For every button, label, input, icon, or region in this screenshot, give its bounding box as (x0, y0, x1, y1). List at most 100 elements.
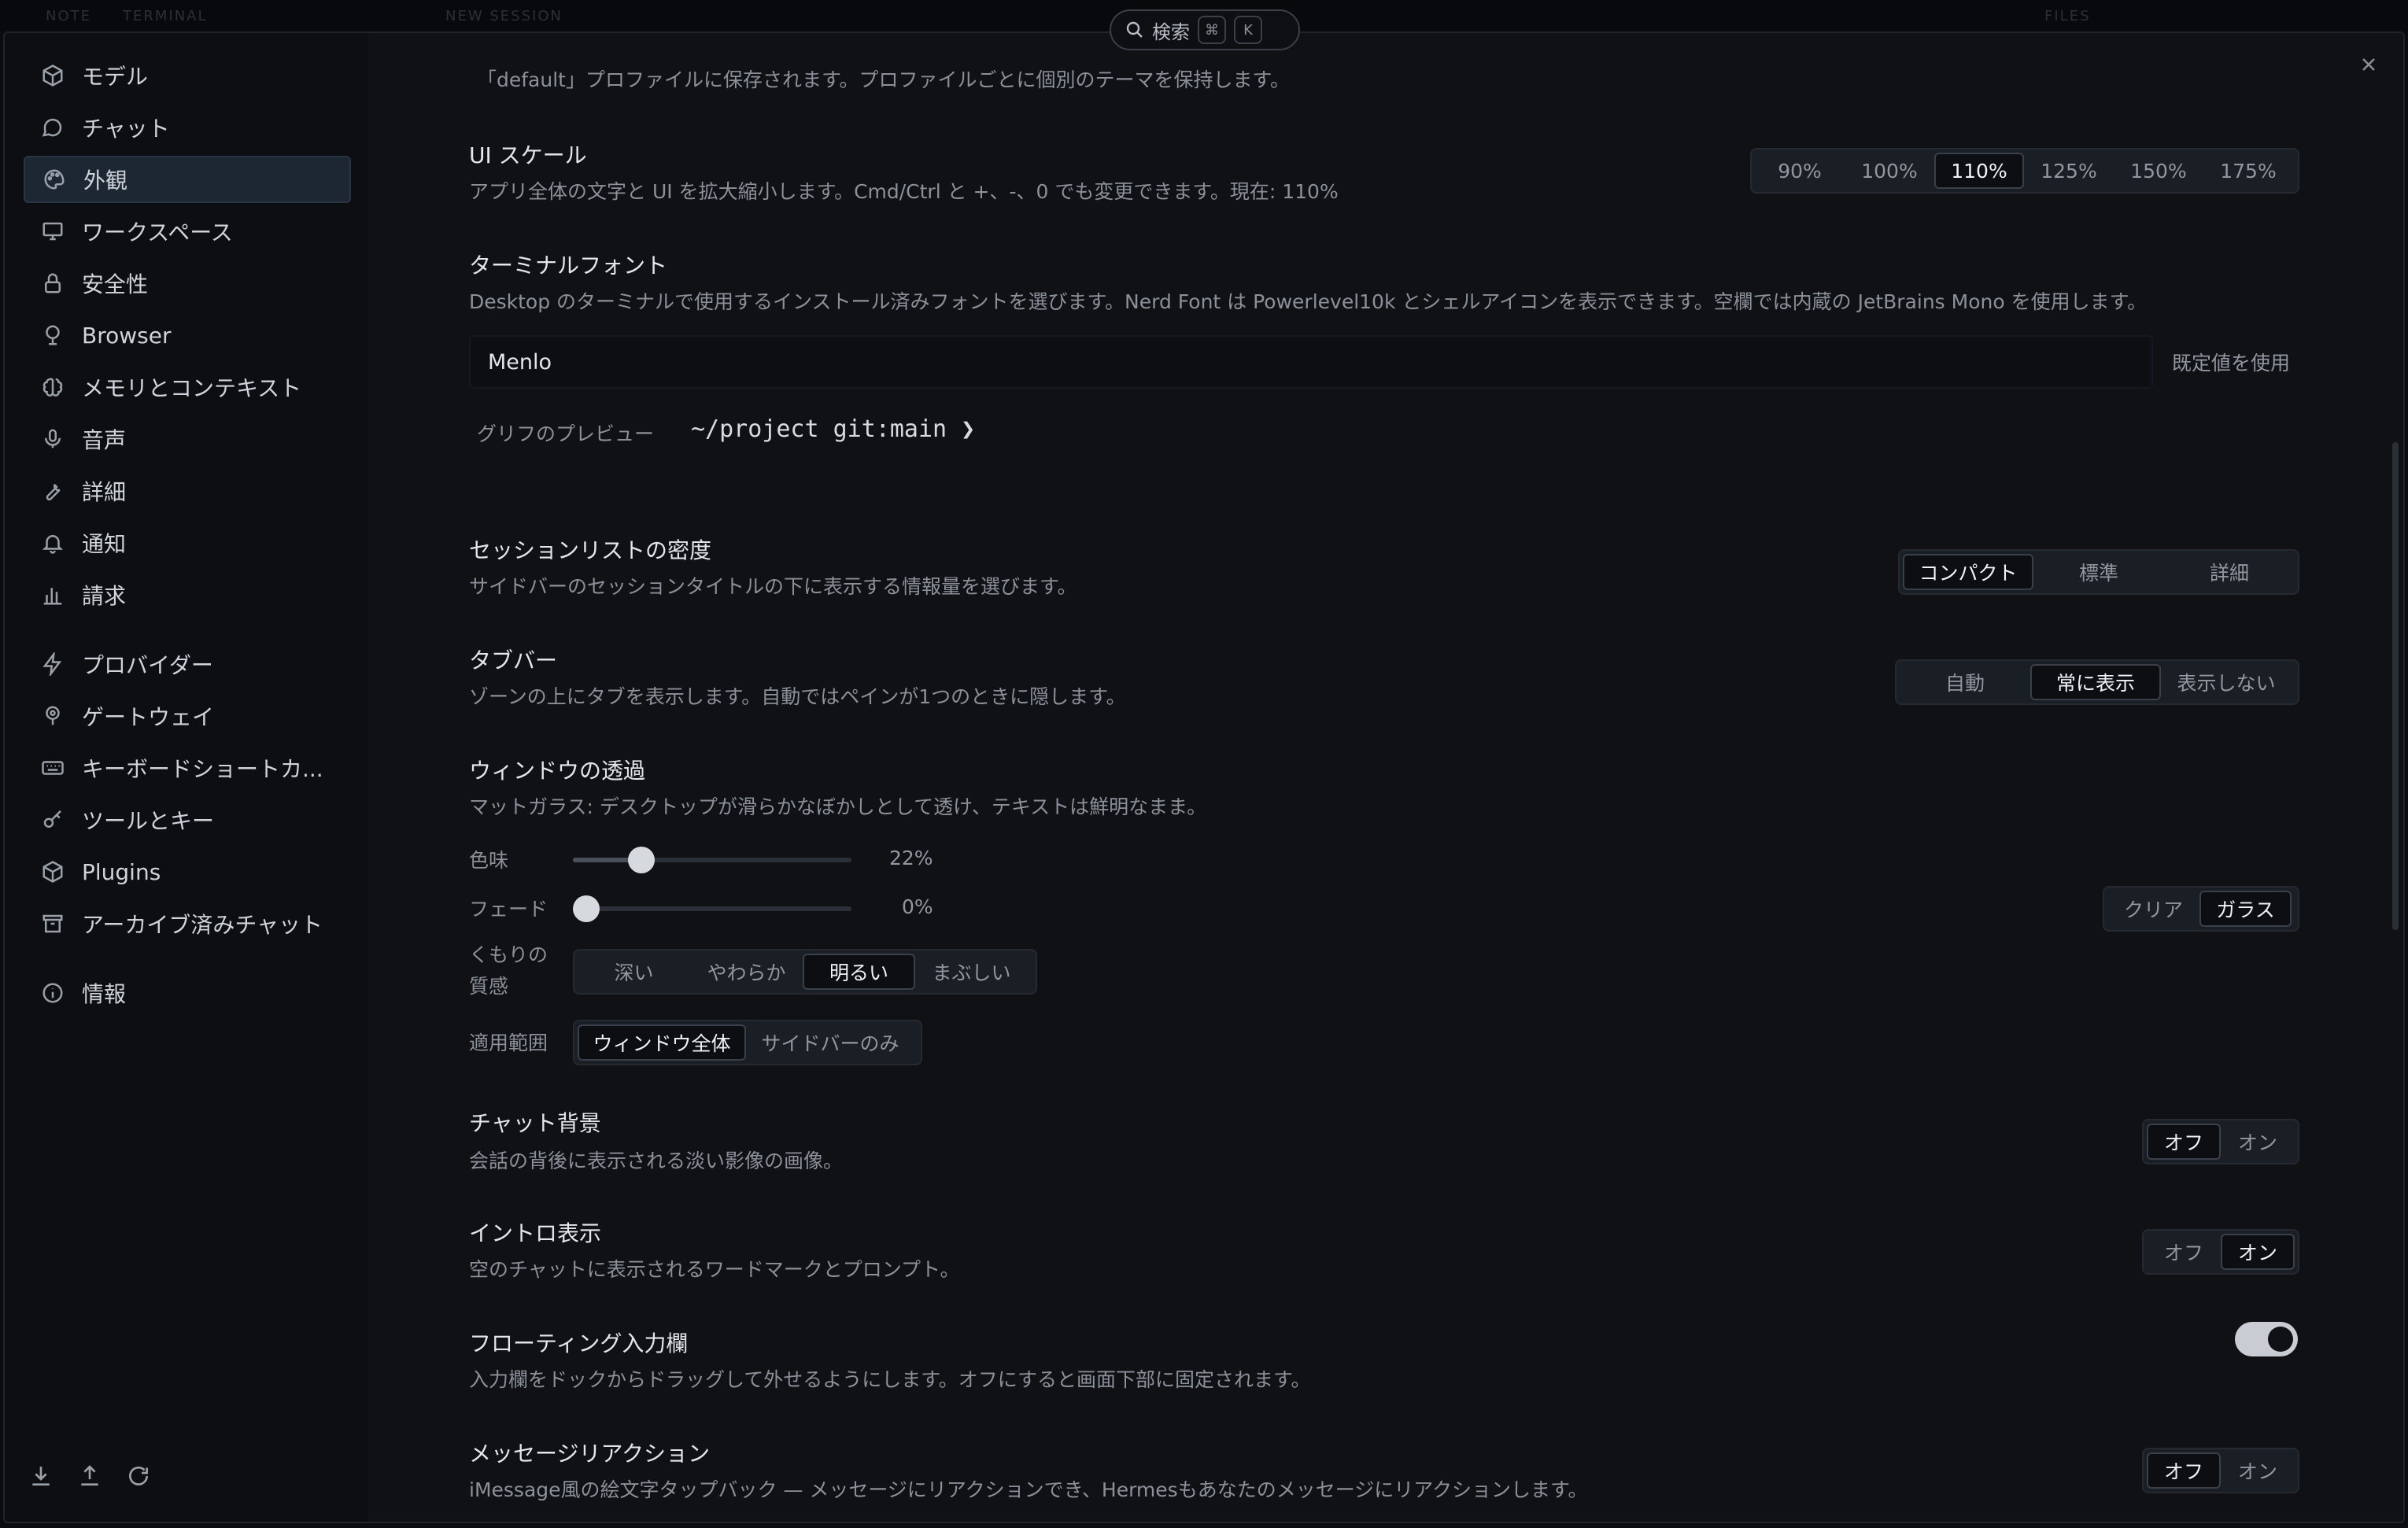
keyboard-icon (41, 756, 65, 780)
sidebar-item-keyboard-shortcuts[interactable]: キーボードショートカ... (24, 744, 351, 792)
archive-icon (41, 912, 65, 936)
sidebar-item-safety[interactable]: 安全性 (24, 260, 351, 307)
sidebar-item-providers[interactable]: プロバイダー (24, 640, 351, 688)
package-icon (41, 860, 65, 884)
ui-scale-option[interactable]: 100% (1845, 153, 1934, 189)
ui-scale-option[interactable]: 175% (2203, 153, 2293, 189)
search-icon (1126, 21, 1143, 38)
sidebar-item-memory[interactable]: メモリとコンテキスト (24, 364, 351, 411)
ui-scale-option[interactable]: 125% (2024, 153, 2114, 189)
slider-knob[interactable] (628, 847, 656, 873)
sidebar-item-voice[interactable]: 音声 (24, 415, 351, 463)
message-reactions-segmented: オフ オン (2142, 1448, 2299, 1493)
sidebar-item-archived-chats[interactable]: アーカイブ済みチャット (24, 900, 351, 947)
ui-scale-desc: アプリ全体の文字と UI を拡大縮小します。Cmd/Ctrl と +、-、0 で… (469, 180, 1339, 203)
window-transparency-desc: マットガラス: デスクトップが滑らかなぼかしとして透け、テキストは鮮明なまま。 (469, 795, 1207, 818)
frost-option[interactable]: 明るい (803, 954, 915, 990)
session-density-option[interactable]: 詳細 (2164, 554, 2295, 590)
sidebar-item-about[interactable]: 情報 (24, 969, 351, 1017)
scope-option[interactable]: サイドバーのみ (746, 1024, 914, 1061)
floating-input-desc: 入力欄をドックからドラッグして外せるようにします。オフにすると画面下部に固定され… (469, 1368, 1311, 1391)
close-button[interactable] (2353, 49, 2384, 80)
intro-desc: 空のチャットに表示されるワードマークとプロンプト。 (469, 1258, 960, 1281)
session-density-option[interactable]: 標準 (2033, 554, 2164, 590)
ui-scale-option[interactable]: 110% (1934, 153, 2024, 189)
frost-option[interactable]: まぶしい (915, 954, 1028, 990)
message-reactions-option[interactable]: オフ (2147, 1452, 2221, 1489)
window-transparency-title: ウィンドウの透過 (469, 758, 646, 784)
intro-segmented: オフ オン (2142, 1229, 2299, 1275)
upload-icon[interactable] (77, 1463, 102, 1492)
tab-bar-segmented: 自動 常に表示 表示しない (1895, 659, 2299, 705)
background-tab: NEW SESSION (445, 8, 563, 24)
chat-background-title: チャット背景 (469, 1110, 601, 1136)
search-button[interactable]: 検索 ⌘ K (1110, 9, 1300, 50)
slider-knob[interactable] (573, 895, 600, 922)
session-density-option[interactable]: コンパクト (1903, 554, 2033, 590)
content-scrollbar[interactable] (2392, 442, 2399, 930)
sidebar-item-label: 外観 (83, 168, 128, 194)
refresh-icon[interactable] (126, 1463, 151, 1492)
terminal-font-input[interactable]: Menlo (469, 335, 2153, 389)
tint-slider[interactable] (573, 847, 851, 873)
terminal-font-title: ターミナルフォント (469, 253, 668, 279)
chat-background-desc: 会話の背後に表示される淡い影像の画像。 (469, 1150, 844, 1172)
background-tab: FILES (2044, 8, 2091, 24)
ui-scale-option[interactable]: 150% (2114, 153, 2203, 189)
lock-icon (41, 271, 65, 295)
fade-value: 0% (902, 895, 933, 918)
sidebar-item-label: 安全性 (82, 271, 149, 297)
message-reactions-option[interactable]: オン (2221, 1452, 2295, 1489)
sidebar-item-gateway[interactable]: ゲートウェイ (24, 692, 351, 740)
intro-option[interactable]: オフ (2147, 1234, 2221, 1270)
sidebar-footer (28, 1463, 151, 1492)
download-icon[interactable] (28, 1463, 54, 1492)
chat-background-option[interactable]: オフ (2147, 1124, 2221, 1160)
intro-title: イントロ表示 (469, 1220, 602, 1246)
sidebar-item-label: 詳細 (82, 479, 127, 505)
sidebar-item-appearance[interactable]: 外観 (24, 156, 351, 203)
sidebar-item-label: キーボードショートカ... (82, 756, 323, 782)
sidebar-item-label: モデル (82, 64, 149, 90)
sidebar-item-models[interactable]: モデル (24, 52, 351, 99)
tab-bar-option[interactable]: 表示しない (2161, 664, 2292, 700)
brain-icon (41, 375, 65, 399)
sidebar-item-workspace[interactable]: ワークスペース (24, 208, 351, 255)
tab-bar-option[interactable]: 常に表示 (2030, 664, 2161, 700)
sidebar-item-label: 請求 (82, 583, 127, 609)
close-icon (2362, 58, 2375, 71)
palette-icon (42, 168, 66, 191)
globe-pin-icon (41, 323, 65, 347)
ui-scale-option[interactable]: 90% (1755, 153, 1845, 189)
theme-note: 「default」プロファイルに保存されます。プロファイルごとに個別のテーマを保… (477, 68, 1290, 91)
tint-value: 22% (889, 847, 933, 869)
lightning-icon (41, 652, 65, 676)
sidebar-item-label: アーカイブ済みチャット (82, 912, 323, 938)
sidebar-item-billing[interactable]: 請求 (24, 571, 351, 618)
terminal-font-desc: Desktop のターミナルで使用するインストール済みフォントを選びます。Ner… (469, 290, 2148, 313)
sidebar-item-label: メモリとコンテキスト (82, 375, 302, 401)
frost-option[interactable]: 深い (578, 954, 690, 990)
fade-label: フェード (469, 898, 548, 921)
glass-mode-option[interactable]: クリア (2107, 891, 2199, 927)
intro-option[interactable]: オン (2221, 1234, 2295, 1270)
sidebar-item-browser[interactable]: Browser (24, 312, 351, 359)
tint-label: 色味 (469, 849, 509, 872)
sidebar-item-label: ツールとキー (82, 808, 215, 834)
glass-mode-option[interactable]: ガラス (2199, 891, 2292, 927)
floating-input-toggle[interactable] (2235, 1322, 2298, 1356)
sidebar-item-notifications[interactable]: 通知 (24, 519, 351, 567)
sidebar-item-chat[interactable]: チャット (24, 104, 351, 151)
chat-background-option[interactable]: オン (2221, 1124, 2295, 1160)
ui-scale-segmented: 90% 100% 110% 125% 150% 175% (1750, 148, 2299, 194)
tab-bar-option[interactable]: 自動 (1900, 664, 2030, 700)
fade-slider[interactable] (573, 895, 851, 922)
scope-option[interactable]: ウィンドウ全体 (578, 1024, 746, 1061)
sidebar-item-tools-keys[interactable]: ツールとキー (24, 796, 351, 843)
use-default-button[interactable]: 既定値を使用 (2172, 348, 2290, 376)
cube-icon (41, 64, 65, 87)
sidebar-item-label: ゲートウェイ (82, 704, 215, 730)
frost-option[interactable]: やわらか (690, 954, 803, 990)
sidebar-item-advanced[interactable]: 詳細 (24, 467, 351, 515)
sidebar-item-plugins[interactable]: Plugins (24, 848, 351, 895)
